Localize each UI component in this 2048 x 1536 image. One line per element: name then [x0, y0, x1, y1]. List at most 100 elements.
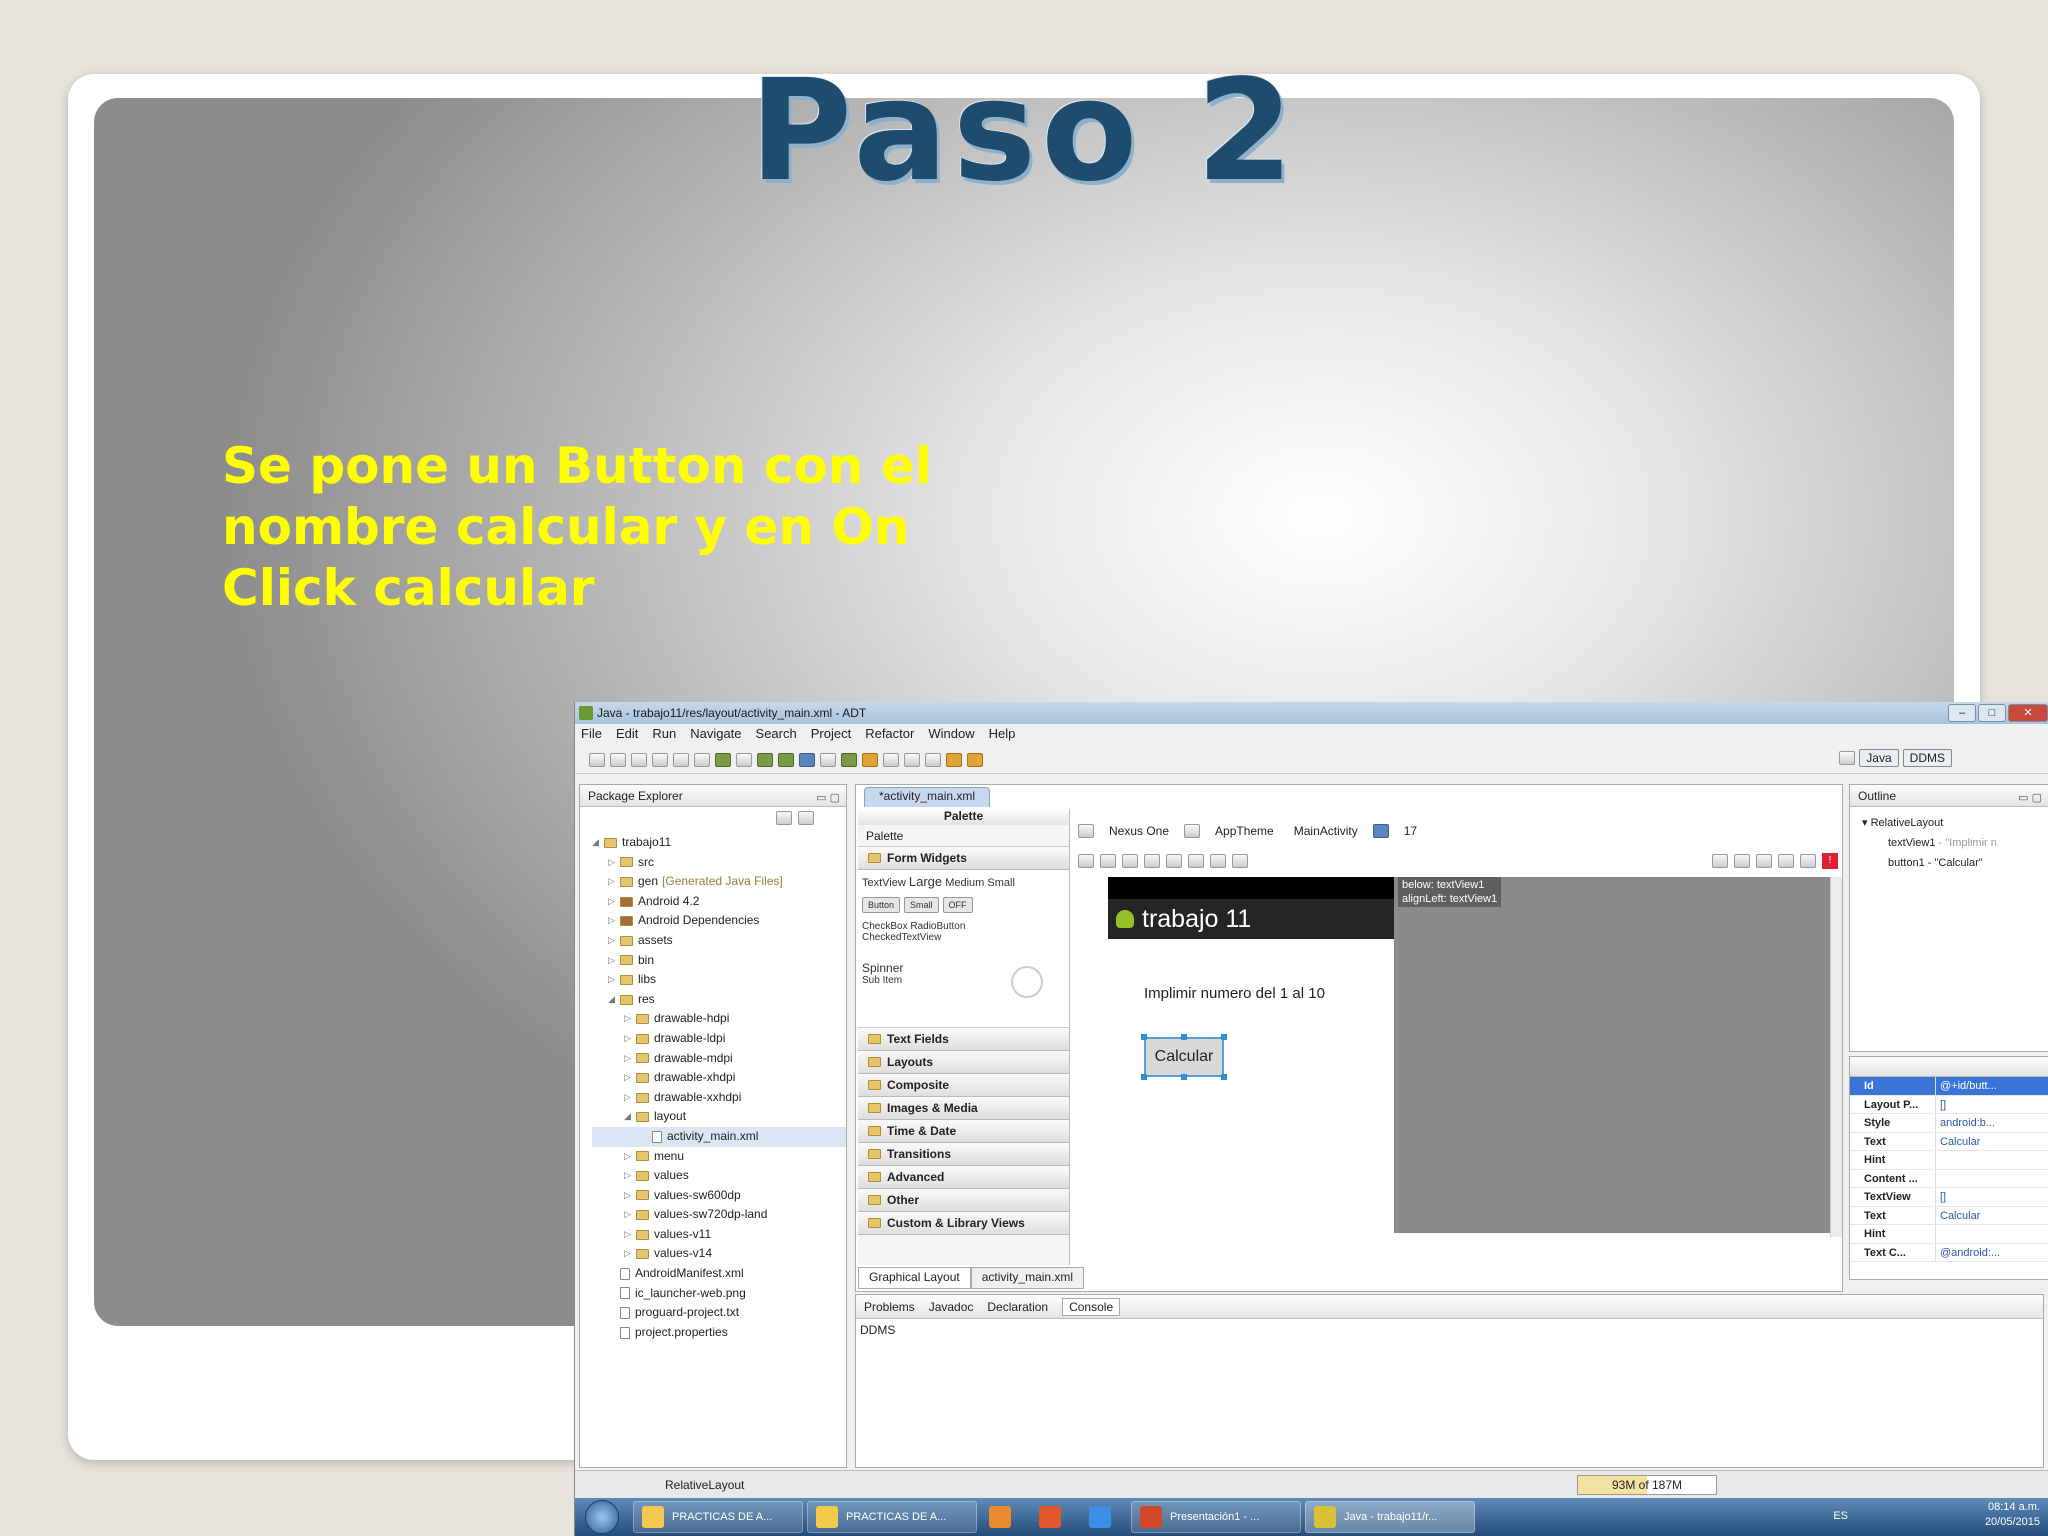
property-value[interactable]: @+id/butt... — [1936, 1077, 1997, 1095]
open-type-icon[interactable] — [862, 752, 878, 767]
layout-action-icon[interactable] — [1100, 854, 1116, 868]
widget-small-button[interactable]: Small — [904, 897, 939, 913]
zoom-in-icon[interactable] — [1712, 854, 1728, 868]
property-value[interactable] — [1936, 1151, 1940, 1169]
expand-twistie-icon[interactable]: ▷ — [608, 931, 620, 951]
configuration-chooser-icon[interactable] — [1078, 824, 1094, 838]
expand-twistie-icon[interactable]: ▷ — [608, 892, 620, 912]
expand-twistie-icon[interactable]: ▷ — [608, 951, 620, 971]
menu-search[interactable]: Search — [756, 724, 797, 744]
property-row[interactable]: Hint — [1850, 1225, 2048, 1244]
language-indicator[interactable]: ES — [1833, 1510, 1848, 1522]
expand-twistie-icon[interactable]: ▷ — [624, 1009, 636, 1029]
open-perspective-icon[interactable] — [1839, 751, 1856, 765]
external-tools-icon[interactable] — [799, 752, 815, 767]
tree-item[interactable]: ▷ values — [592, 1166, 846, 1186]
expand-twistie-icon[interactable]: ▷ — [624, 1049, 636, 1069]
avd-manager-icon[interactable] — [694, 752, 710, 767]
tree-item[interactable]: ▷ drawable-ldpi — [592, 1029, 846, 1049]
start-button[interactable] — [585, 1500, 619, 1534]
zoom-reset-icon[interactable] — [1800, 854, 1816, 868]
expand-twistie-icon[interactable]: ▷ — [624, 1088, 636, 1108]
palette-category-time-date[interactable]: Time & Date — [858, 1120, 1069, 1143]
heap-status[interactable]: 93M of 187M — [1577, 1475, 1717, 1495]
palette-category-text-fields[interactable]: Text Fields — [858, 1028, 1069, 1051]
error-icon[interactable]: ! — [1822, 853, 1838, 869]
taskbar-button[interactable]: Java - trabajo11/r... — [1305, 1501, 1475, 1533]
tree-item[interactable]: ▷ libs — [592, 970, 846, 990]
forward-icon[interactable] — [967, 752, 983, 767]
property-value[interactable]: android:b... — [1936, 1114, 1995, 1132]
expand-twistie-icon[interactable]: ▷ — [608, 911, 620, 931]
zoom-fit-icon[interactable] — [1778, 854, 1794, 868]
outline-item-button1[interactable]: button1 - "Calcular" — [1862, 853, 2048, 873]
minimize-view-icon[interactable]: ▭ ▢ — [2018, 787, 2042, 809]
expand-twistie-icon[interactable]: ▷ — [624, 1186, 636, 1206]
tree-item[interactable]: ◢ layout — [592, 1107, 846, 1127]
layout-action-icon[interactable] — [1144, 854, 1160, 868]
back-icon[interactable] — [946, 752, 962, 767]
menu-project[interactable]: Project — [811, 724, 851, 744]
next-annotation-icon[interactable] — [904, 752, 920, 767]
property-row[interactable]: TextView[] — [1850, 1188, 2048, 1207]
property-value[interactable] — [1936, 1225, 1940, 1243]
run-icon[interactable] — [778, 752, 794, 767]
tab-xml-source[interactable]: activity_main.xml — [970, 1267, 1085, 1289]
tab-declaration[interactable]: Declaration — [987, 1300, 1048, 1314]
tree-item[interactable]: ▷ drawable-xxhdpi — [592, 1088, 846, 1108]
widget-textview[interactable]: TextView — [862, 877, 906, 889]
api-level-dropdown[interactable]: 17 — [1399, 823, 1422, 839]
new-android-project-icon[interactable] — [736, 752, 752, 767]
property-row[interactable]: Text Calcular — [1850, 1206, 2048, 1225]
save-icon[interactable] — [610, 752, 626, 767]
tree-item[interactable]: ▷ src — [592, 853, 846, 873]
property-value[interactable]: [] — [1936, 1188, 1946, 1206]
tree-item[interactable]: activity_main.xml — [592, 1126, 846, 1147]
sdk-manager-icon[interactable] — [673, 752, 689, 767]
layout-action-icon[interactable] — [1122, 854, 1138, 868]
minimize-view-icon[interactable]: ▭ ▢ — [816, 787, 840, 809]
tree-item[interactable]: ▷ values-v14 — [592, 1244, 846, 1264]
tab-graphical-layout[interactable]: Graphical Layout — [858, 1267, 971, 1289]
widget-checkbox-radio[interactable]: CheckBox RadioButton — [862, 921, 1065, 932]
property-value[interactable]: @android:... — [1936, 1244, 2000, 1262]
palette-category-composite[interactable]: Composite — [858, 1074, 1069, 1097]
expand-twistie-icon[interactable]: ◢ — [592, 833, 604, 853]
tab-problems[interactable]: Problems — [864, 1300, 915, 1314]
taskbar-button[interactable]: Presentación1 - ... — [1131, 1501, 1301, 1533]
tree-item[interactable]: ▷ assets — [592, 931, 846, 951]
tree-item[interactable]: ▷ Android 4.2 — [592, 892, 846, 912]
tree-item[interactable]: ▷ drawable-xhdpi — [592, 1068, 846, 1088]
tree-item[interactable]: ▷ drawable-hdpi — [592, 1009, 846, 1029]
expand-twistie-icon[interactable]: ▷ — [624, 1244, 636, 1264]
property-row[interactable]: Text Calcular — [1850, 1132, 2048, 1151]
tree-item[interactable]: ▷ bin — [592, 951, 846, 971]
zoom-actual-icon[interactable] — [1756, 854, 1772, 868]
expand-twistie-icon[interactable]: ◢ — [624, 1107, 636, 1127]
new-class-icon[interactable] — [841, 752, 857, 767]
tree-item[interactable]: ◢ trabajo11 — [592, 833, 846, 853]
layout-action-icon[interactable] — [1166, 854, 1182, 868]
property-row[interactable]: Text C... @android:... — [1850, 1243, 2048, 1262]
maximize-button[interactable]: □ — [1978, 704, 2006, 722]
tree-item[interactable]: AndroidManifest.xml — [592, 1264, 846, 1284]
resize-handle[interactable] — [1221, 1074, 1227, 1080]
palette-category-other[interactable]: Other — [858, 1189, 1069, 1212]
tree-item[interactable]: ▷ values-sw720dp-land — [592, 1205, 846, 1225]
layout-action-icon[interactable] — [1078, 854, 1094, 868]
widget-checked-textview[interactable]: CheckedTextView — [862, 932, 1065, 943]
expand-twistie-icon[interactable]: ▷ — [608, 853, 620, 873]
tree-item[interactable]: ▷ values-sw600dp — [592, 1186, 846, 1206]
property-value[interactable]: Calcular — [1936, 1207, 1980, 1225]
java-perspective-button[interactable]: Java — [1859, 749, 1899, 767]
zoom-out-icon[interactable] — [1734, 854, 1750, 868]
debug-icon[interactable] — [757, 752, 773, 767]
expand-twistie-icon[interactable]: ◢ — [608, 990, 620, 1010]
tree-item[interactable]: ▷ gen [Generated Java Files] — [592, 872, 846, 892]
activity-dropdown[interactable]: MainActivity — [1289, 823, 1363, 839]
taskbar-button[interactable] — [981, 1501, 1027, 1533]
widget-small-text[interactable]: Small — [987, 877, 1015, 889]
tree-item[interactable]: ▷ menu — [592, 1147, 846, 1167]
close-button[interactable]: ✕ — [2008, 704, 2048, 722]
palette-category-transitions[interactable]: Transitions — [858, 1143, 1069, 1166]
